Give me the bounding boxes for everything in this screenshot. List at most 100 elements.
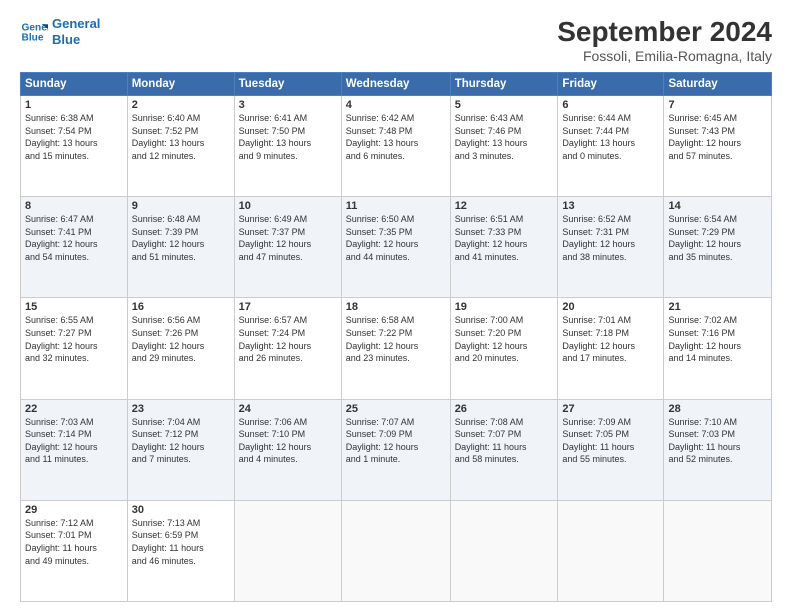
day-info: Sunrise: 7:00 AMSunset: 7:20 PMDaylight:… [455,314,554,364]
calendar: SundayMondayTuesdayWednesdayThursdayFrid… [20,72,772,602]
calendar-cell: 29Sunrise: 7:12 AMSunset: 7:01 PMDayligh… [21,500,128,601]
calendar-cell: 1Sunrise: 6:38 AMSunset: 7:54 PMDaylight… [21,96,128,197]
svg-text:Blue: Blue [22,32,44,43]
main-title: September 2024 [557,16,772,48]
day-number: 1 [25,99,123,111]
calendar-cell: 30Sunrise: 7:13 AMSunset: 6:59 PMDayligh… [127,500,234,601]
calendar-cell: 28Sunrise: 7:10 AMSunset: 7:03 PMDayligh… [664,399,772,500]
calendar-cell: 23Sunrise: 7:04 AMSunset: 7:12 PMDayligh… [127,399,234,500]
day-number: 14 [668,200,767,212]
day-info: Sunrise: 6:41 AMSunset: 7:50 PMDaylight:… [239,112,337,162]
page: General Blue General Blue September 2024… [0,0,792,612]
calendar-cell: 22Sunrise: 7:03 AMSunset: 7:14 PMDayligh… [21,399,128,500]
calendar-cell: 19Sunrise: 7:00 AMSunset: 7:20 PMDayligh… [450,298,558,399]
calendar-cell: 27Sunrise: 7:09 AMSunset: 7:05 PMDayligh… [558,399,664,500]
dow-thursday: Thursday [450,73,558,96]
day-info: Sunrise: 6:44 AMSunset: 7:44 PMDaylight:… [562,112,659,162]
day-number: 22 [25,403,123,415]
logo-general: General [52,16,100,32]
day-info: Sunrise: 6:56 AMSunset: 7:26 PMDaylight:… [132,314,230,364]
day-number: 15 [25,301,123,313]
day-number: 2 [132,99,230,111]
day-number: 18 [346,301,446,313]
day-number: 4 [346,99,446,111]
calendar-cell: 21Sunrise: 7:02 AMSunset: 7:16 PMDayligh… [664,298,772,399]
calendar-cell: 5Sunrise: 6:43 AMSunset: 7:46 PMDaylight… [450,96,558,197]
day-number: 16 [132,301,230,313]
day-info: Sunrise: 6:48 AMSunset: 7:39 PMDaylight:… [132,213,230,263]
calendar-cell [234,500,341,601]
day-info: Sunrise: 7:09 AMSunset: 7:05 PMDaylight:… [562,416,659,466]
day-info: Sunrise: 6:38 AMSunset: 7:54 PMDaylight:… [25,112,123,162]
day-info: Sunrise: 6:42 AMSunset: 7:48 PMDaylight:… [346,112,446,162]
week-row-2: 8Sunrise: 6:47 AMSunset: 7:41 PMDaylight… [21,197,772,298]
day-info: Sunrise: 7:02 AMSunset: 7:16 PMDaylight:… [668,314,767,364]
day-number: 11 [346,200,446,212]
day-info: Sunrise: 6:45 AMSunset: 7:43 PMDaylight:… [668,112,767,162]
calendar-cell: 13Sunrise: 6:52 AMSunset: 7:31 PMDayligh… [558,197,664,298]
header: General Blue General Blue September 2024… [20,16,772,64]
day-info: Sunrise: 6:52 AMSunset: 7:31 PMDaylight:… [562,213,659,263]
calendar-body: 1Sunrise: 6:38 AMSunset: 7:54 PMDaylight… [21,96,772,602]
day-info: Sunrise: 6:49 AMSunset: 7:37 PMDaylight:… [239,213,337,263]
day-of-week-row: SundayMondayTuesdayWednesdayThursdayFrid… [21,73,772,96]
calendar-cell: 15Sunrise: 6:55 AMSunset: 7:27 PMDayligh… [21,298,128,399]
day-info: Sunrise: 6:43 AMSunset: 7:46 PMDaylight:… [455,112,554,162]
day-number: 30 [132,504,230,516]
day-number: 23 [132,403,230,415]
day-number: 8 [25,200,123,212]
day-number: 13 [562,200,659,212]
day-number: 7 [668,99,767,111]
calendar-cell: 2Sunrise: 6:40 AMSunset: 7:52 PMDaylight… [127,96,234,197]
title-block: September 2024 Fossoli, Emilia-Romagna, … [557,16,772,64]
calendar-cell: 25Sunrise: 7:07 AMSunset: 7:09 PMDayligh… [341,399,450,500]
calendar-cell [664,500,772,601]
dow-saturday: Saturday [664,73,772,96]
calendar-cell: 6Sunrise: 6:44 AMSunset: 7:44 PMDaylight… [558,96,664,197]
calendar-cell: 24Sunrise: 7:06 AMSunset: 7:10 PMDayligh… [234,399,341,500]
day-info: Sunrise: 7:04 AMSunset: 7:12 PMDaylight:… [132,416,230,466]
day-number: 19 [455,301,554,313]
day-info: Sunrise: 7:01 AMSunset: 7:18 PMDaylight:… [562,314,659,364]
day-info: Sunrise: 7:07 AMSunset: 7:09 PMDaylight:… [346,416,446,466]
dow-monday: Monday [127,73,234,96]
day-info: Sunrise: 6:57 AMSunset: 7:24 PMDaylight:… [239,314,337,364]
calendar-cell: 17Sunrise: 6:57 AMSunset: 7:24 PMDayligh… [234,298,341,399]
day-info: Sunrise: 7:08 AMSunset: 7:07 PMDaylight:… [455,416,554,466]
logo-icon: General Blue [20,18,48,46]
calendar-cell: 12Sunrise: 6:51 AMSunset: 7:33 PMDayligh… [450,197,558,298]
day-info: Sunrise: 7:13 AMSunset: 6:59 PMDaylight:… [132,517,230,567]
day-number: 10 [239,200,337,212]
dow-tuesday: Tuesday [234,73,341,96]
dow-wednesday: Wednesday [341,73,450,96]
calendar-cell: 16Sunrise: 6:56 AMSunset: 7:26 PMDayligh… [127,298,234,399]
day-info: Sunrise: 6:58 AMSunset: 7:22 PMDaylight:… [346,314,446,364]
week-row-4: 22Sunrise: 7:03 AMSunset: 7:14 PMDayligh… [21,399,772,500]
day-number: 24 [239,403,337,415]
calendar-cell [341,500,450,601]
day-number: 3 [239,99,337,111]
logo-blue: Blue [52,32,100,48]
day-info: Sunrise: 6:40 AMSunset: 7:52 PMDaylight:… [132,112,230,162]
week-row-1: 1Sunrise: 6:38 AMSunset: 7:54 PMDaylight… [21,96,772,197]
calendar-cell: 9Sunrise: 6:48 AMSunset: 7:39 PMDaylight… [127,197,234,298]
calendar-cell: 10Sunrise: 6:49 AMSunset: 7:37 PMDayligh… [234,197,341,298]
week-row-3: 15Sunrise: 6:55 AMSunset: 7:27 PMDayligh… [21,298,772,399]
subtitle: Fossoli, Emilia-Romagna, Italy [557,48,772,64]
day-number: 26 [455,403,554,415]
dow-friday: Friday [558,73,664,96]
day-info: Sunrise: 6:55 AMSunset: 7:27 PMDaylight:… [25,314,123,364]
day-number: 12 [455,200,554,212]
dow-sunday: Sunday [21,73,128,96]
day-number: 20 [562,301,659,313]
day-number: 17 [239,301,337,313]
calendar-cell [450,500,558,601]
day-info: Sunrise: 6:50 AMSunset: 7:35 PMDaylight:… [346,213,446,263]
day-number: 6 [562,99,659,111]
day-info: Sunrise: 7:12 AMSunset: 7:01 PMDaylight:… [25,517,123,567]
calendar-cell: 7Sunrise: 6:45 AMSunset: 7:43 PMDaylight… [664,96,772,197]
day-number: 25 [346,403,446,415]
calendar-cell [558,500,664,601]
calendar-cell: 3Sunrise: 6:41 AMSunset: 7:50 PMDaylight… [234,96,341,197]
day-number: 27 [562,403,659,415]
